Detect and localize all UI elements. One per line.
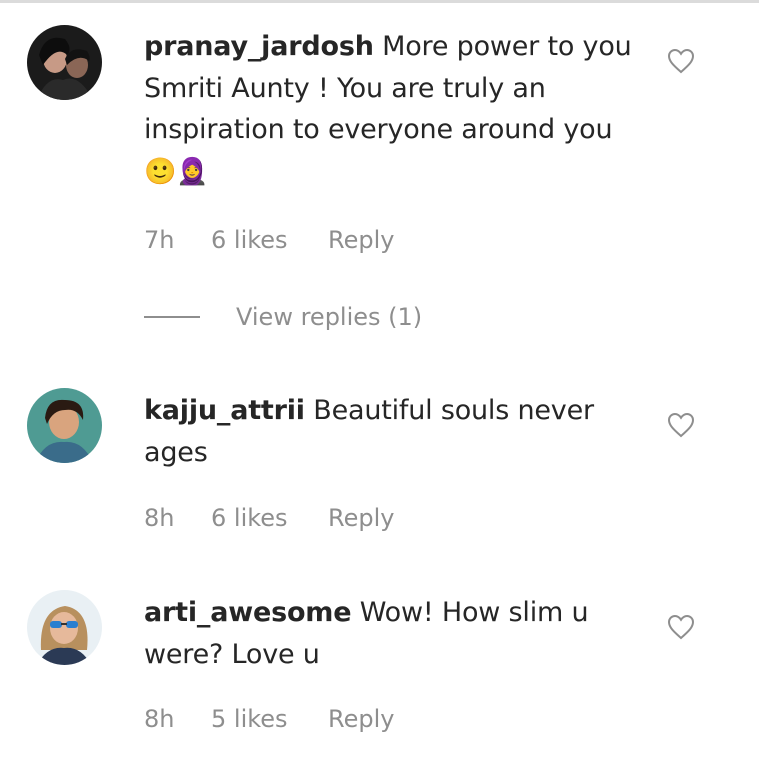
avatar[interactable] xyxy=(27,388,102,463)
comment-time[interactable]: 8h xyxy=(144,705,211,733)
avatar-photo-woman xyxy=(27,388,102,463)
comment-time[interactable]: 8h xyxy=(144,504,211,532)
comment-meta: 8h 5 likes Reply xyxy=(144,705,394,733)
heart-outline-icon xyxy=(667,412,695,438)
comment-username[interactable]: pranay_jardosh xyxy=(144,31,374,62)
comment-text: arti_awesome Wow! How slim u were? Love … xyxy=(144,592,644,675)
like-heart-icon[interactable] xyxy=(667,412,695,438)
heart-outline-icon xyxy=(667,48,695,74)
avatar-photo-sunglasses xyxy=(27,590,102,665)
comment-likes[interactable]: 6 likes xyxy=(211,226,328,254)
comment-meta: 7h 6 likes Reply xyxy=(144,226,394,254)
comment-text: pranay_jardosh More power to you Smriti … xyxy=(144,26,644,193)
comment-likes[interactable]: 5 likes xyxy=(211,705,328,733)
reply-button[interactable]: Reply xyxy=(328,226,394,254)
comment-time[interactable]: 7h xyxy=(144,226,211,254)
view-replies-line xyxy=(144,316,200,318)
reply-button[interactable]: Reply xyxy=(328,504,394,532)
avatar[interactable] xyxy=(27,590,102,665)
view-replies-button[interactable]: View replies (1) xyxy=(144,300,422,334)
comment-text: kajju_attrii Beautiful souls never ages xyxy=(144,390,644,473)
comment-username[interactable]: kajju_attrii xyxy=(144,395,305,426)
like-heart-icon[interactable] xyxy=(667,48,695,74)
heart-outline-icon xyxy=(667,614,695,640)
comment-meta: 8h 6 likes Reply xyxy=(144,504,394,532)
top-divider xyxy=(0,0,759,3)
like-heart-icon[interactable] xyxy=(667,614,695,640)
comment-emojis: 🙂🧕 xyxy=(144,156,209,187)
comment-likes[interactable]: 6 likes xyxy=(211,504,328,532)
avatar[interactable] xyxy=(27,25,102,100)
comment-username[interactable]: arti_awesome xyxy=(144,597,352,628)
view-replies-label: View replies (1) xyxy=(236,303,423,331)
reply-button[interactable]: Reply xyxy=(328,705,394,733)
avatar-photo-couple xyxy=(27,25,102,100)
